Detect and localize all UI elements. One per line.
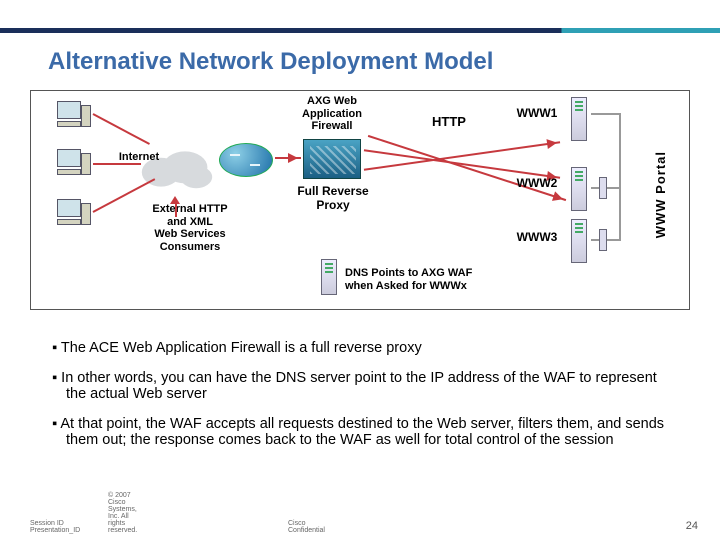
brand-bar <box>0 28 720 33</box>
presentation-id-label: Presentation_ID <box>30 527 80 534</box>
page-title: Alternative Network Deployment Model <box>48 48 493 76</box>
www2-label: WWW2 <box>509 177 565 191</box>
network-diagram: Internet AXG Web Application Firewall HT… <box>30 90 690 310</box>
client-pc-icon <box>57 101 91 129</box>
portal-label: WWW Portal <box>653 151 668 238</box>
frp-label: Full Reverse Proxy <box>283 185 383 213</box>
page-number: 24 <box>686 520 698 532</box>
www3-label: WWW3 <box>509 231 565 245</box>
external-consumers-label: External HTTP and XML Web Services Consu… <box>135 203 245 254</box>
connector-line <box>619 113 621 241</box>
flow-arrow <box>93 163 141 165</box>
dns-note: DNS Points to AXG WAF when Asked for WWW… <box>345 267 515 292</box>
bullet-item: In other words, you can have the DNS ser… <box>52 370 672 402</box>
confidential-label: Cisco Confidential <box>288 520 325 534</box>
bullet-item: At that point, the WAF accepts all reque… <box>52 416 672 448</box>
bullet-list: The ACE Web Application Firewall is a fu… <box>52 340 672 462</box>
client-pc-icon <box>57 199 91 227</box>
axg-label: AXG Web Application Firewall <box>287 95 377 133</box>
server-icon <box>571 167 587 211</box>
copyright: © 2007 Cisco Systems, Inc. All rights re… <box>108 492 137 534</box>
bullet-item: The ACE Web Application Firewall is a fu… <box>52 340 672 356</box>
router-icon <box>219 143 273 177</box>
flow-arrow <box>93 113 150 145</box>
dns-server-icon <box>321 259 337 295</box>
http-label: HTTP <box>419 115 479 130</box>
session-id-label: Session ID <box>30 520 80 527</box>
footer: Session ID Presentation_ID © 2007 Cisco … <box>30 520 80 534</box>
internet-label: Internet <box>111 151 167 164</box>
small-server-icon <box>599 177 607 199</box>
server-icon <box>571 219 587 263</box>
server-icon <box>571 97 587 141</box>
flow-arrow <box>275 157 301 159</box>
client-pc-icon <box>57 149 91 177</box>
arrowhead-icon <box>170 191 180 204</box>
www1-label: WWW1 <box>509 107 565 121</box>
small-server-icon <box>599 229 607 251</box>
waf-appliance-icon <box>303 139 361 179</box>
connector-line <box>591 113 619 115</box>
